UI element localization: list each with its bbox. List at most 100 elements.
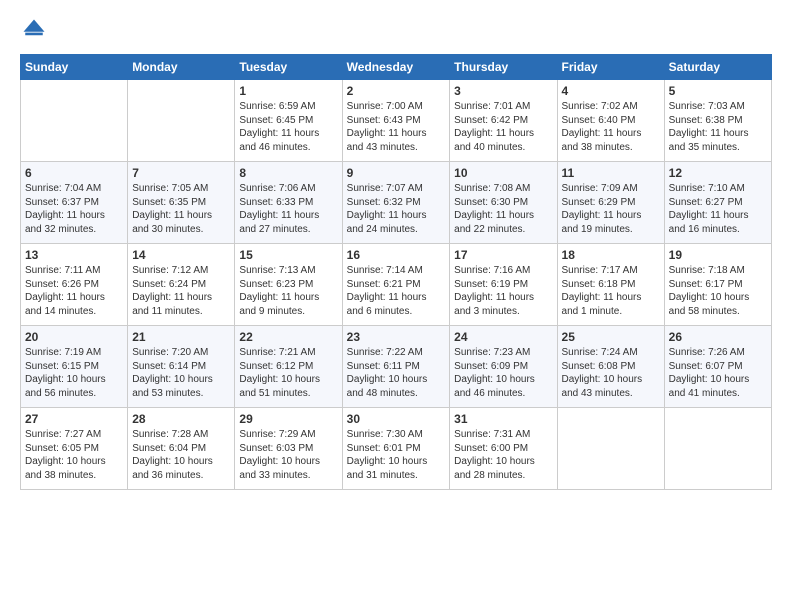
calendar-cell xyxy=(664,408,771,490)
day-number: 11 xyxy=(562,166,660,180)
page: SundayMondayTuesdayWednesdayThursdayFrid… xyxy=(0,0,792,612)
day-info: Sunrise: 7:06 AMSunset: 6:33 PMDaylight:… xyxy=(239,182,337,236)
day-number: 7 xyxy=(132,166,230,180)
day-number: 29 xyxy=(239,412,337,426)
day-number: 5 xyxy=(669,84,767,98)
day-number: 24 xyxy=(454,330,552,344)
calendar-cell: 23 Sunrise: 7:22 AMSunset: 6:11 PMDayligh… xyxy=(342,326,450,408)
day-number: 31 xyxy=(454,412,552,426)
day-info: Sunrise: 7:07 AMSunset: 6:32 PMDaylight:… xyxy=(347,182,446,236)
calendar-cell: 12 Sunrise: 7:10 AMSunset: 6:27 PMDayligh… xyxy=(664,162,771,244)
logo xyxy=(20,16,52,44)
day-info: Sunrise: 6:59 AMSunset: 6:45 PMDaylight:… xyxy=(239,100,337,154)
day-number: 26 xyxy=(669,330,767,344)
day-info: Sunrise: 7:18 AMSunset: 6:17 PMDaylight:… xyxy=(669,264,767,318)
day-number: 18 xyxy=(562,248,660,262)
day-info: Sunrise: 7:00 AMSunset: 6:43 PMDaylight:… xyxy=(347,100,446,154)
weekday-header: Wednesday xyxy=(342,55,450,80)
day-info: Sunrise: 7:13 AMSunset: 6:23 PMDaylight:… xyxy=(239,264,337,318)
day-number: 2 xyxy=(347,84,446,98)
day-info: Sunrise: 7:02 AMSunset: 6:40 PMDaylight:… xyxy=(562,100,660,154)
calendar-cell: 24Sunrise: 7:23 AMSunset: 6:09 PMDayligh… xyxy=(450,326,557,408)
day-info: Sunrise: 7:14 AMSunset: 6:21 PMDaylight:… xyxy=(347,264,446,318)
day-number: 17 xyxy=(454,248,552,262)
day-number: 23 xyxy=(347,330,446,344)
day-info: Sunrise: 7:22 AMSunset: 6:11 PMDaylight:… xyxy=(347,346,446,400)
day-number: 13 xyxy=(25,248,123,262)
day-number: 28 xyxy=(132,412,230,426)
calendar-cell: 20 Sunrise: 7:19 AMSunset: 6:15 PMDayligh… xyxy=(21,326,128,408)
day-number: 25 xyxy=(562,330,660,344)
day-number: 22 xyxy=(239,330,337,344)
day-info: Sunrise: 7:19 AMSunset: 6:15 PMDaylight:… xyxy=(25,346,123,400)
calendar-cell: 19 Sunrise: 7:18 AMSunset: 6:17 PMDayligh… xyxy=(664,244,771,326)
day-info: Sunrise: 7:08 AMSunset: 6:30 PMDaylight:… xyxy=(454,182,552,236)
day-number: 20 xyxy=(25,330,123,344)
day-number: 27 xyxy=(25,412,123,426)
day-info: Sunrise: 7:04 AMSunset: 6:37 PMDaylight:… xyxy=(25,182,123,236)
day-info: Sunrise: 7:03 AMSunset: 6:38 PMDaylight:… xyxy=(669,100,767,154)
calendar-cell: 10 Sunrise: 7:08 AMSunset: 6:30 PMDayligh… xyxy=(450,162,557,244)
weekday-header: Thursday xyxy=(450,55,557,80)
calendar-cell: 21 Sunrise: 7:20 AMSunset: 6:14 PMDayligh… xyxy=(128,326,235,408)
calendar-cell xyxy=(21,80,128,162)
calendar-cell: 9 Sunrise: 7:07 AMSunset: 6:32 PMDaylight… xyxy=(342,162,450,244)
day-number: 4 xyxy=(562,84,660,98)
calendar-cell: 5 Sunrise: 7:03 AMSunset: 6:38 PMDaylight… xyxy=(664,80,771,162)
calendar-cell: 2 Sunrise: 7:00 AMSunset: 6:43 PMDaylight… xyxy=(342,80,450,162)
day-info: Sunrise: 7:17 AMSunset: 6:18 PMDaylight:… xyxy=(562,264,660,318)
calendar-cell: 7 Sunrise: 7:05 AMSunset: 6:35 PMDaylight… xyxy=(128,162,235,244)
day-info: Sunrise: 7:11 AMSunset: 6:26 PMDaylight:… xyxy=(25,264,123,318)
day-info: Sunrise: 7:21 AMSunset: 6:12 PMDaylight:… xyxy=(239,346,337,400)
day-info: Sunrise: 7:24 AMSunset: 6:08 PMDaylight:… xyxy=(562,346,660,400)
day-info: Sunrise: 7:28 AMSunset: 6:04 PMDaylight:… xyxy=(132,428,230,482)
calendar-cell: 18 Sunrise: 7:17 AMSunset: 6:18 PMDayligh… xyxy=(557,244,664,326)
calendar-cell: 27Sunrise: 7:27 AMSunset: 6:05 PMDayligh… xyxy=(21,408,128,490)
calendar-cell xyxy=(128,80,235,162)
calendar-table: SundayMondayTuesdayWednesdayThursdayFrid… xyxy=(20,54,772,490)
day-info: Sunrise: 7:01 AMSunset: 6:42 PMDaylight:… xyxy=(454,100,552,154)
day-info: Sunrise: 7:20 AMSunset: 6:14 PMDaylight:… xyxy=(132,346,230,400)
day-number: 21 xyxy=(132,330,230,344)
day-number: 10 xyxy=(454,166,552,180)
day-info: Sunrise: 7:12 AMSunset: 6:24 PMDaylight:… xyxy=(132,264,230,318)
calendar-week-row: 6 Sunrise: 7:04 AMSunset: 6:37 PMDaylight… xyxy=(21,162,772,244)
day-number: 6 xyxy=(25,166,123,180)
logo-icon xyxy=(20,16,48,44)
day-info: Sunrise: 7:10 AMSunset: 6:27 PMDaylight:… xyxy=(669,182,767,236)
day-number: 3 xyxy=(454,84,552,98)
calendar-cell: 30 Sunrise: 7:30 AMSunset: 6:01 PMDayligh… xyxy=(342,408,450,490)
day-number: 30 xyxy=(347,412,446,426)
day-info: Sunrise: 7:31 AMSunset: 6:00 PMDaylight:… xyxy=(454,428,552,482)
day-info: Sunrise: 7:09 AMSunset: 6:29 PMDaylight:… xyxy=(562,182,660,236)
calendar-week-row: 1 Sunrise: 6:59 AMSunset: 6:45 PMDaylight… xyxy=(21,80,772,162)
day-number: 12 xyxy=(669,166,767,180)
calendar-cell: 3 Sunrise: 7:01 AMSunset: 6:42 PMDaylight… xyxy=(450,80,557,162)
weekday-header-row: SundayMondayTuesdayWednesdayThursdayFrid… xyxy=(21,55,772,80)
day-number: 16 xyxy=(347,248,446,262)
day-info: Sunrise: 7:30 AMSunset: 6:01 PMDaylight:… xyxy=(347,428,446,482)
day-info: Sunrise: 7:16 AMSunset: 6:19 PMDaylight:… xyxy=(454,264,552,318)
weekday-header: Saturday xyxy=(664,55,771,80)
calendar-week-row: 13 Sunrise: 7:11 AMSunset: 6:26 PMDayligh… xyxy=(21,244,772,326)
day-info: Sunrise: 7:05 AMSunset: 6:35 PMDaylight:… xyxy=(132,182,230,236)
calendar-cell xyxy=(557,408,664,490)
calendar-cell: 11 Sunrise: 7:09 AMSunset: 6:29 PMDayligh… xyxy=(557,162,664,244)
day-number: 1 xyxy=(239,84,337,98)
day-number: 9 xyxy=(347,166,446,180)
calendar-cell: 15 Sunrise: 7:13 AMSunset: 6:23 PMDayligh… xyxy=(235,244,342,326)
calendar-cell: 26 Sunrise: 7:26 AMSunset: 6:07 PMDayligh… xyxy=(664,326,771,408)
header xyxy=(20,16,772,44)
calendar-cell: 28 Sunrise: 7:28 AMSunset: 6:04 PMDayligh… xyxy=(128,408,235,490)
calendar-cell: 6 Sunrise: 7:04 AMSunset: 6:37 PMDaylight… xyxy=(21,162,128,244)
weekday-header: Friday xyxy=(557,55,664,80)
weekday-header: Monday xyxy=(128,55,235,80)
day-info: Sunrise: 7:26 AMSunset: 6:07 PMDaylight:… xyxy=(669,346,767,400)
calendar-cell: 14Sunrise: 7:12 AMSunset: 6:24 PMDayligh… xyxy=(128,244,235,326)
day-number: 15 xyxy=(239,248,337,262)
calendar-cell: 31 Sunrise: 7:31 AMSunset: 6:00 PMDayligh… xyxy=(450,408,557,490)
day-number: 8 xyxy=(239,166,337,180)
calendar-week-row: 27Sunrise: 7:27 AMSunset: 6:05 PMDayligh… xyxy=(21,408,772,490)
day-number: 19 xyxy=(669,248,767,262)
calendar-cell: 8 Sunrise: 7:06 AMSunset: 6:33 PMDaylight… xyxy=(235,162,342,244)
